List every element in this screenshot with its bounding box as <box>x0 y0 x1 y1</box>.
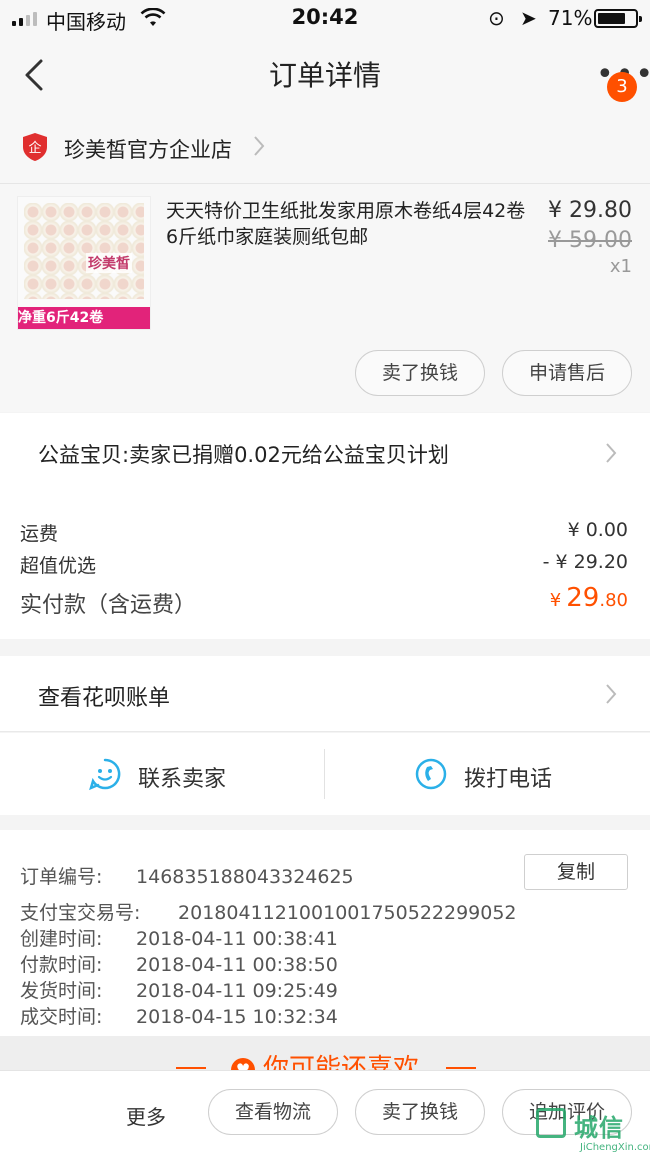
thumb-promo: 净重6斤42卷 29.99元 <box>18 307 150 329</box>
shop-name: 珍美皙官方企业店 <box>64 138 232 162</box>
fee-summary: 运费 ¥ 0.00 超值优选 - ¥ 29.20 实付款（含运费） ¥ 29.8… <box>0 491 650 639</box>
contact-seller-label: 联系卖家 <box>138 767 227 792</box>
status-bar: 中国移动 20:42 ⊙ ➤ 71% <box>0 0 650 36</box>
shop-logo-icon: 企 <box>23 133 47 161</box>
shop-row[interactable]: 企 珍美皙官方企业店 <box>0 110 650 184</box>
order-info: 订单编号: 146835188043324625 复制 支付宝交易号: 2018… <box>0 830 650 1036</box>
more-button[interactable]: 更多 <box>126 1101 166 1130</box>
divider <box>446 1067 476 1069</box>
product-title[interactable]: 天天特价卫生纸批发家用原木卷纸4层42卷6斤纸巾家庭装厕纸包邮 <box>166 198 526 250</box>
original-price: ¥ 59.00 <box>548 228 632 253</box>
battery-percent: 71% <box>548 6 593 30</box>
after-sales-button[interactable]: 申请售后 <box>502 350 632 396</box>
location-arrow-icon: ➤ <box>520 6 537 30</box>
recommend-header: ♥ 你可能还喜欢 <box>0 1036 650 1070</box>
notification-badge: 3 <box>607 72 637 102</box>
divider <box>324 749 325 799</box>
order-number: 146835188043324625 <box>136 866 354 888</box>
resell-bottom-button[interactable]: 卖了换钱 <box>355 1089 485 1135</box>
shipped-time-row: 发货时间: 2018-04-11 09:25:49 <box>20 980 338 1002</box>
huabei-bill-label: 查看花呗账单 <box>38 686 171 711</box>
charity-text: 公益宝贝:卖家已捐赠0.02元给公益宝贝计划 <box>38 443 449 467</box>
huabei-bill-row[interactable]: 查看花呗账单 <box>0 656 650 732</box>
resell-button[interactable]: 卖了换钱 <box>355 350 485 396</box>
heart-icon: ♥ <box>230 1057 255 1070</box>
call-phone-label: 拨打电话 <box>464 767 553 792</box>
nav-bar: 订单详情 ••• 3 <box>0 36 650 110</box>
recommend-title: ♥ 你可能还喜欢 <box>0 1048 650 1070</box>
product-card[interactable]: 珍美皙 净重6斤42卷 29.99元 天天特价卫生纸批发家用原木卷纸4层42卷6… <box>0 184 650 412</box>
created-time-row: 创建时间: 2018-04-11 00:38:41 <box>20 928 338 950</box>
chat-face-icon <box>89 758 121 791</box>
view-logistics-button[interactable]: 查看物流 <box>208 1089 338 1135</box>
orientation-lock-icon: ⊙ <box>488 6 505 30</box>
watermark-subtext: JiChengXin.com <box>580 1142 650 1153</box>
discount-value: - ¥ 29.20 <box>542 551 628 573</box>
phone-icon <box>415 758 447 790</box>
product-thumbnail[interactable]: 珍美皙 净重6斤42卷 29.99元 <box>17 196 151 330</box>
call-phone-button[interactable]: 拨打电话 <box>414 753 614 797</box>
shipping-label: 运费 <box>20 523 59 545</box>
svg-text:企: 企 <box>28 140 41 156</box>
contact-seller-button[interactable]: 联系卖家 <box>88 753 288 797</box>
product-quantity: x1 <box>609 256 632 277</box>
alipay-trade-number: 2018041121001001750522299052 <box>178 902 517 924</box>
thumb-brand: 珍美皙 <box>86 253 132 273</box>
battery-icon <box>594 9 642 28</box>
discount-label: 超值优选 <box>20 555 97 577</box>
shipping-value: ¥ 0.00 <box>567 519 628 541</box>
page-title: 订单详情 <box>268 59 381 92</box>
order-number-row: 订单编号: 146835188043324625 <box>20 866 354 888</box>
product-price: ¥ 29.80 <box>548 198 632 223</box>
completed-time-row: 成交时间: 2018-04-15 10:32:34 <box>20 1006 338 1028</box>
alipay-trade-row: 支付宝交易号: 2018041121001001750522299052 <box>20 902 517 924</box>
paid-time-row: 付款时间: 2018-04-11 00:38:50 <box>20 954 338 976</box>
chevron-right-icon <box>606 684 617 704</box>
chevron-right-icon <box>606 443 617 463</box>
watermark-text: 城信 <box>574 1114 624 1142</box>
charity-row[interactable]: 公益宝贝:卖家已捐赠0.02元给公益宝贝计划 <box>0 413 650 491</box>
watermark-logo-icon <box>536 1108 566 1138</box>
chevron-right-icon <box>254 136 265 156</box>
copy-button[interactable]: 复制 <box>524 854 628 890</box>
total-label: 实付款（含运费） <box>20 593 197 618</box>
total-value: ¥ 29.80 <box>549 583 628 613</box>
contact-bar: 联系卖家 拨打电话 <box>0 733 650 815</box>
